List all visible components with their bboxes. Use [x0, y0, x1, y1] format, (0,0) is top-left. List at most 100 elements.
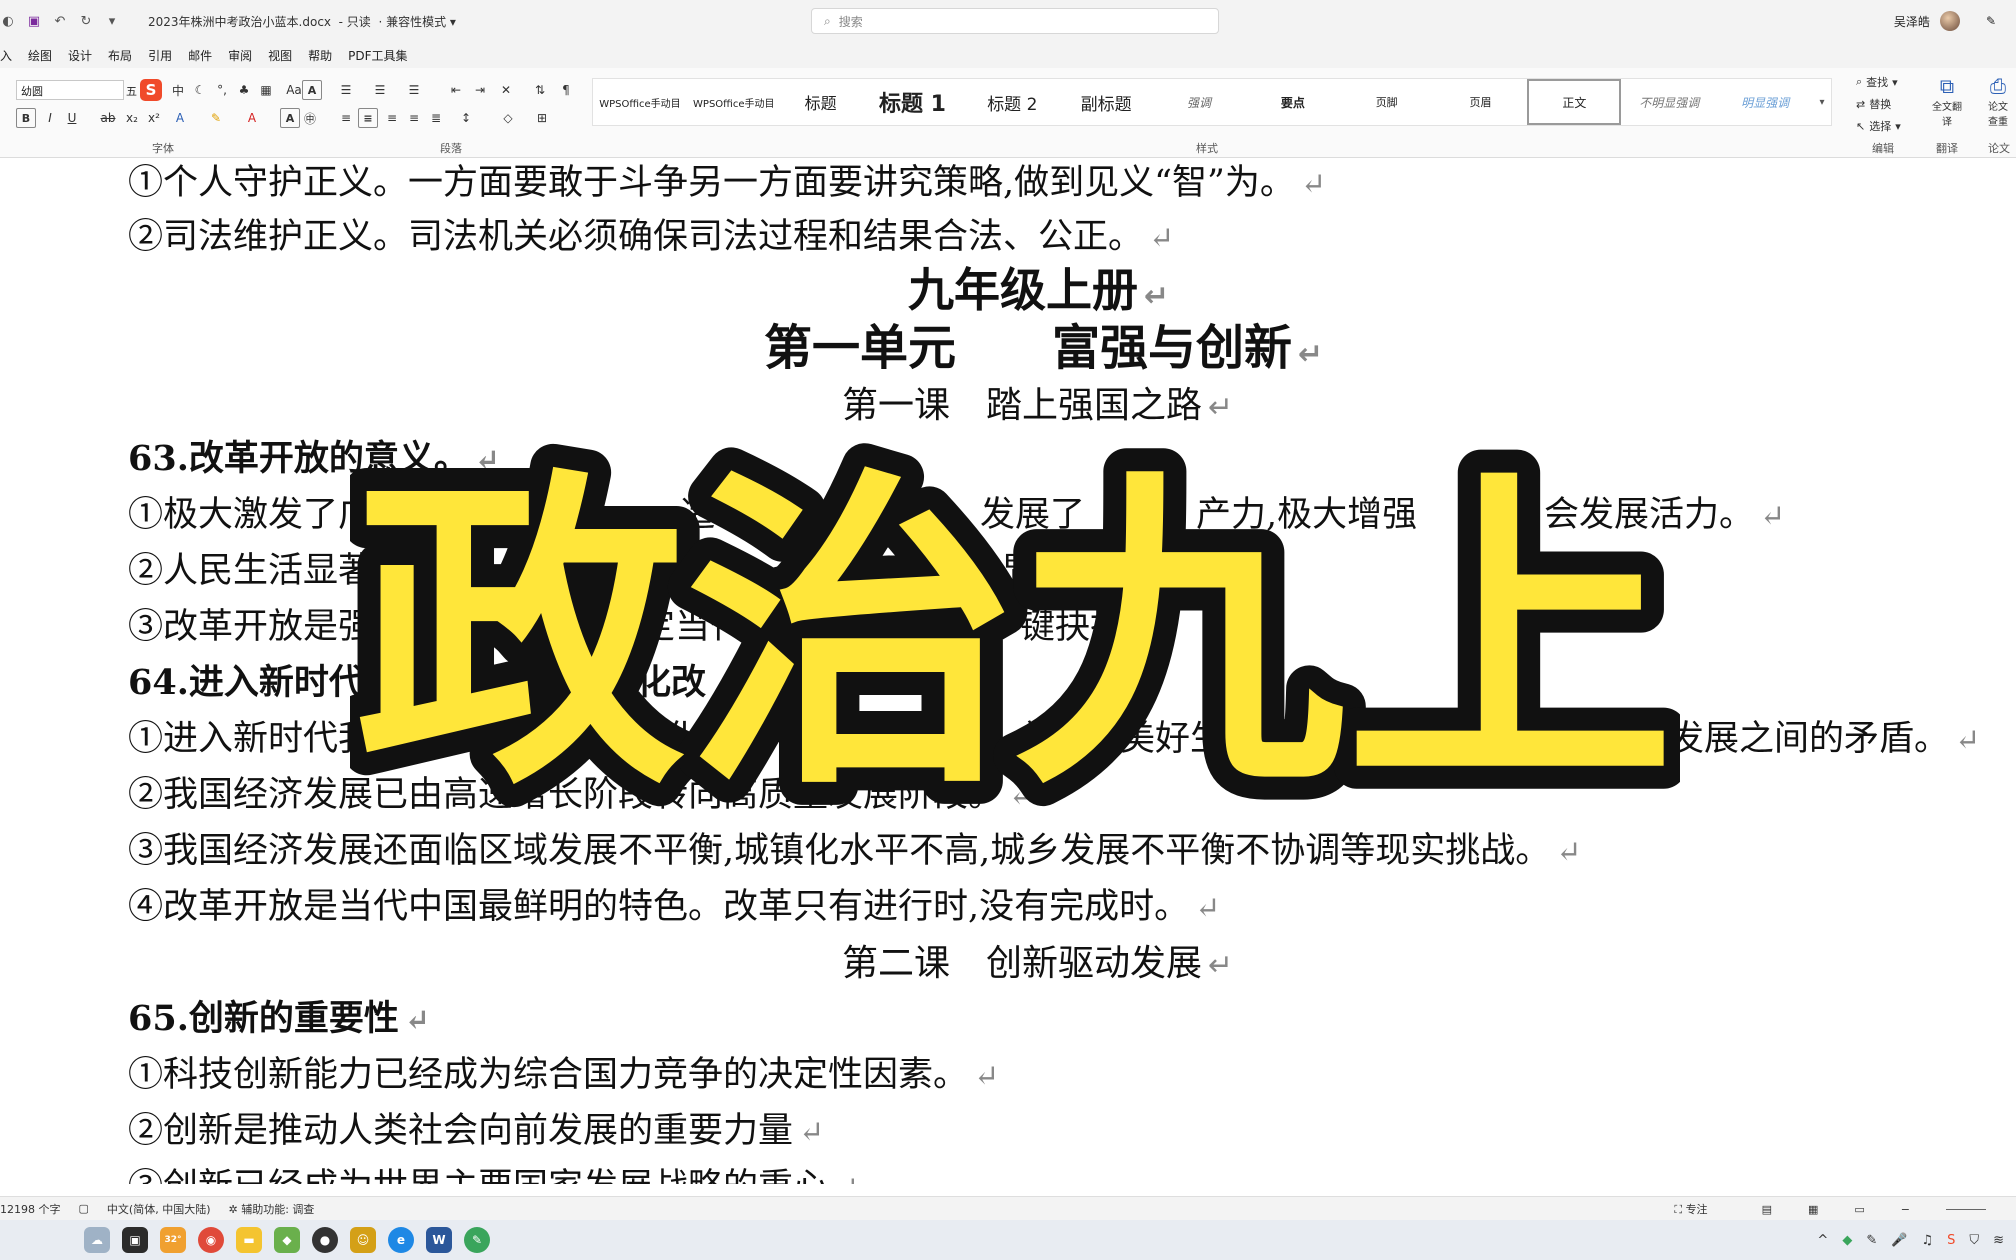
- shading-icon[interactable]: ◇: [498, 108, 518, 128]
- tab-mailings[interactable]: 邮件: [188, 47, 212, 64]
- style-title[interactable]: 标题: [781, 79, 861, 125]
- zoom-out-icon[interactable]: −: [1901, 1203, 1910, 1216]
- highlight-icon[interactable]: ✎: [206, 108, 226, 128]
- web-layout-icon[interactable]: ▭: [1854, 1203, 1864, 1216]
- sort-icon[interactable]: ⇅: [530, 80, 550, 100]
- text-effects-icon[interactable]: A: [170, 108, 190, 128]
- print-layout-icon[interactable]: ▦: [1808, 1203, 1818, 1216]
- align-left-icon[interactable]: ≡: [336, 108, 356, 128]
- style-header[interactable]: 页眉: [1434, 79, 1528, 125]
- ime-toolbox-icon[interactable]: ▦: [256, 80, 276, 100]
- avatar[interactable]: [1939, 11, 1960, 31]
- ime-chinese-icon[interactable]: 中: [168, 80, 188, 100]
- align-center-icon[interactable]: ≡: [358, 108, 378, 128]
- styles-expand-icon[interactable]: ▾: [1813, 79, 1831, 125]
- tab-insert[interactable]: 入: [0, 47, 12, 64]
- bullets-icon[interactable]: ☰: [336, 80, 356, 100]
- chrome-icon[interactable]: ◉: [198, 1227, 224, 1253]
- change-case-icon[interactable]: Aa: [284, 80, 304, 100]
- wifi-icon[interactable]: ≋: [1993, 1233, 2004, 1248]
- superscript-button[interactable]: x²: [144, 108, 164, 128]
- tab-layout[interactable]: 布局: [108, 47, 132, 64]
- italic-button[interactable]: I: [40, 108, 60, 128]
- tab-pdf-tools[interactable]: PDF工具集: [348, 47, 407, 64]
- asian-layout-icon[interactable]: ✕: [496, 80, 516, 100]
- speaker-volume-icon[interactable]: ♫: [1921, 1233, 1933, 1248]
- justify-icon[interactable]: ≡: [404, 108, 424, 128]
- widgets-icon[interactable]: 32°: [160, 1227, 186, 1253]
- tab-references[interactable]: 引用: [148, 47, 172, 64]
- ime-skin-icon[interactable]: ♣: [234, 80, 254, 100]
- language-indicator[interactable]: 中文(简体, 中国大陆): [107, 1201, 211, 1217]
- paper-check-button[interactable]: ⎙ 论文查重: [1984, 74, 2012, 128]
- app-green-icon[interactable]: ◆: [274, 1227, 300, 1253]
- tray-app-icon[interactable]: ◆: [1842, 1233, 1852, 1248]
- bold-button[interactable]: B: [16, 108, 36, 128]
- full-translate-button[interactable]: ⧉ 全文翻译: [1932, 74, 1962, 128]
- style-intense-emphasis[interactable]: 明显强调: [1717, 79, 1813, 125]
- replace-button[interactable]: ⇄ 替换: [1856, 96, 1891, 112]
- char-border-icon[interactable]: A: [302, 80, 322, 100]
- tab-help[interactable]: 帮助: [308, 47, 332, 64]
- style-wps-toc-2[interactable]: WPSOffice手动目: [687, 79, 781, 125]
- ime-sogou-icon[interactable]: S: [140, 79, 162, 101]
- app-game-icon[interactable]: ☺: [350, 1227, 376, 1253]
- tray-shield-icon[interactable]: ⛉: [1969, 1233, 1979, 1248]
- task-view-icon[interactable]: ▣: [122, 1227, 148, 1253]
- tab-review[interactable]: 审阅: [228, 47, 252, 64]
- redo-icon[interactable]: ↻: [78, 13, 94, 29]
- focus-mode-button[interactable]: ⛶ 专注: [1674, 1201, 1725, 1217]
- show-marks-icon[interactable]: ¶: [556, 80, 576, 100]
- style-subtle-emphasis[interactable]: 不明显强调: [1621, 79, 1717, 125]
- proofing-icon[interactable]: ▢: [79, 1202, 89, 1215]
- line-spacing-icon[interactable]: ↕: [456, 108, 476, 128]
- weather-icon[interactable]: ☁: [84, 1227, 110, 1253]
- edge-icon[interactable]: e: [388, 1227, 414, 1253]
- char-shading-icon[interactable]: A: [280, 108, 300, 128]
- file-explorer-icon[interactable]: ▬: [236, 1227, 262, 1253]
- multilevel-list-icon[interactable]: ☰: [404, 80, 424, 100]
- subscript-button[interactable]: x₂: [122, 108, 142, 128]
- distribute-icon[interactable]: ≣: [426, 108, 446, 128]
- style-subtitle[interactable]: 副标题: [1060, 79, 1152, 125]
- pen-icon[interactable]: ✎: [1986, 14, 1996, 28]
- search-input[interactable]: ⌕ 搜索: [811, 8, 1219, 34]
- style-heading-2[interactable]: 标题 2: [964, 79, 1060, 125]
- select-button[interactable]: ↖ 选择 ▾: [1856, 118, 1901, 134]
- style-wps-toc-1[interactable]: WPSOffice手动目: [593, 79, 687, 125]
- tab-view[interactable]: 视图: [268, 47, 292, 64]
- ime-moon-icon[interactable]: ☾: [190, 80, 210, 100]
- numbering-icon[interactable]: ☰: [370, 80, 390, 100]
- tab-draw[interactable]: 绘图: [28, 47, 52, 64]
- phonetic-guide-icon[interactable]: ㊥: [300, 108, 320, 128]
- style-emphasis[interactable]: 强调: [1152, 79, 1246, 125]
- tab-design[interactable]: 设计: [68, 47, 92, 64]
- tray-expand-icon[interactable]: ^: [1817, 1233, 1828, 1248]
- style-footer[interactable]: 页脚: [1340, 79, 1434, 125]
- undo-icon[interactable]: ↶: [52, 13, 68, 29]
- strikethrough-button[interactable]: ab: [98, 108, 118, 128]
- align-right-icon[interactable]: ≡: [382, 108, 402, 128]
- app-chat-icon[interactable]: ✎: [464, 1227, 490, 1253]
- style-normal[interactable]: 正文: [1527, 79, 1622, 125]
- customize-qat-icon[interactable]: ▾: [104, 13, 120, 29]
- font-name-select[interactable]: 幼圆: [16, 80, 124, 100]
- style-key-point[interactable]: 要点: [1246, 79, 1340, 125]
- compat-mode-label[interactable]: 兼容性模式: [386, 15, 446, 29]
- borders-icon[interactable]: ⊞: [532, 108, 552, 128]
- style-heading-1[interactable]: 标题 1: [861, 79, 965, 125]
- word-icon[interactable]: W: [426, 1227, 452, 1253]
- tray-sogou-icon[interactable]: S: [1947, 1233, 1955, 1248]
- user-name[interactable]: 吴泽皓: [1894, 13, 1930, 30]
- font-color-icon[interactable]: A: [242, 108, 262, 128]
- app-dark-icon[interactable]: ●: [312, 1227, 338, 1253]
- word-count[interactable]: 12198 个字: [0, 1201, 61, 1217]
- microphone-icon[interactable]: 🎤: [1891, 1233, 1907, 1248]
- decrease-indent-icon[interactable]: ⇤: [446, 80, 466, 100]
- autosave-toggle-icon[interactable]: ◐: [0, 13, 16, 29]
- ime-punct-icon[interactable]: °,: [212, 80, 232, 100]
- tray-pen-icon[interactable]: ✎: [1866, 1233, 1877, 1248]
- zoom-slider[interactable]: [1946, 1208, 1986, 1210]
- read-mode-icon[interactable]: ▤: [1762, 1203, 1772, 1216]
- increase-indent-icon[interactable]: ⇥: [470, 80, 490, 100]
